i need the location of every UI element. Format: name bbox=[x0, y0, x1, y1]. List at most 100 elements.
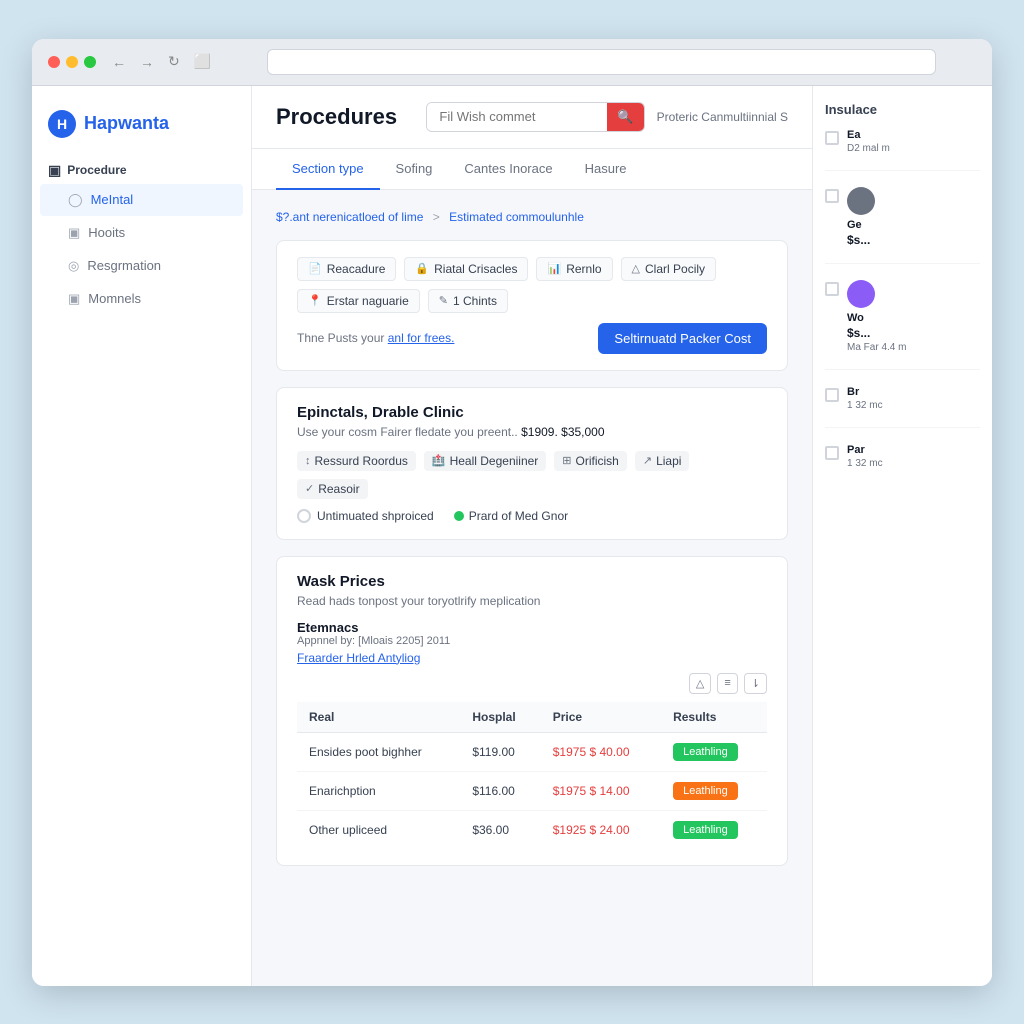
badge-green: Leathling bbox=[673, 743, 738, 761]
rp-checkbox-par[interactable] bbox=[825, 446, 839, 460]
table-header-row: Real Hosplal Price Results bbox=[297, 702, 767, 733]
breadcrumb-part2[interactable]: Estimated commoulunhle bbox=[449, 210, 584, 224]
clinic-title: Epinctals, Drable Clinic bbox=[297, 404, 767, 421]
breadcrumb-separator: > bbox=[433, 210, 440, 224]
right-panel: Insulace Ea D2 mal m Ge $s... bbox=[812, 86, 992, 986]
close-icon[interactable] bbox=[48, 56, 60, 68]
row1-price: $1975 $ 40.00 bbox=[541, 732, 661, 771]
rp-price-ge: $s... bbox=[847, 233, 980, 247]
table-action-filter[interactable]: ⇂ bbox=[744, 673, 767, 694]
reload-button[interactable]: ↻ bbox=[164, 51, 184, 72]
card-tag-ressurd[interactable]: ↕ Ressurd Roordus bbox=[297, 451, 416, 471]
tags-row: 📄 Reacadure 🔒 Riatal Crisacles 📊 Rernlo bbox=[297, 257, 767, 313]
rp-name-ea: Ea bbox=[847, 129, 980, 141]
rp-content-wo: Wo $s... Ma Far 4.4 m bbox=[847, 280, 980, 353]
forward-button[interactable]: → bbox=[136, 52, 158, 72]
breadcrumb-part1[interactable]: $?.ant nerenicatloed of lime bbox=[276, 210, 423, 224]
orificish-icon: ⊞ bbox=[562, 454, 571, 467]
card-tag-liapi[interactable]: ↗ Liapi bbox=[635, 451, 690, 471]
filter-tag-clarl[interactable]: △ Clarl Pocily bbox=[621, 257, 716, 281]
rp-name-br: Br bbox=[847, 386, 980, 398]
etemnacs-sub: Appnnel by: [Mloais 2205] 2011 bbox=[297, 635, 767, 647]
breadcrumb: $?.ant nerenicatloed of lime > Estimated… bbox=[276, 210, 788, 224]
sidebar-item-hooits[interactable]: ▣ Hooits bbox=[40, 217, 243, 249]
badge-orange: Leathling bbox=[673, 782, 738, 800]
table-action-eq[interactable]: ≡ bbox=[717, 673, 737, 694]
rp-checkbox-br[interactable] bbox=[825, 388, 839, 402]
badge-green-2: Leathling bbox=[673, 821, 738, 839]
filter-tag-erstar[interactable]: 📍 Erstar naguarie bbox=[297, 289, 420, 313]
rp-price-wo: $s... bbox=[847, 326, 980, 340]
card-tag-heall[interactable]: 🏥 Heall Degeniiner bbox=[424, 451, 546, 471]
main-content: Procedures 🔍 Proteric Canmultiinnial S S… bbox=[252, 86, 812, 986]
rp-content-ea: Ea D2 mal m bbox=[847, 129, 980, 154]
row2-result: Leathling bbox=[661, 771, 767, 810]
resgrmation-icon: ◎ bbox=[68, 258, 79, 274]
col-results: Results bbox=[661, 702, 767, 733]
clinic-subtitle: Use your cosm Fairer fledate you preent.… bbox=[297, 425, 767, 439]
reacadure-icon: 📄 bbox=[308, 262, 322, 275]
rp-name-par: Par bbox=[847, 444, 980, 456]
radio-circle bbox=[297, 509, 311, 523]
momnels-icon: ▣ bbox=[68, 291, 80, 307]
tab-cantes-inorace[interactable]: Cantes Inorace bbox=[448, 149, 568, 190]
clinic-tags: ↕ Ressurd Roordus 🏥 Heall Degeniiner ⊞ O… bbox=[297, 451, 767, 499]
tab-section-type[interactable]: Section type bbox=[276, 149, 380, 190]
search-button[interactable]: 🔍 bbox=[607, 103, 643, 131]
filter-tag-chints[interactable]: ✎ 1 Chints bbox=[428, 289, 508, 313]
filter-tag-rernlo[interactable]: 📊 Rernlo bbox=[536, 257, 612, 281]
location-prard: Prard of Med Gnor bbox=[454, 509, 568, 523]
rp-avatar-ge bbox=[847, 187, 875, 215]
riatal-icon: 🔒 bbox=[415, 262, 429, 275]
search-input[interactable] bbox=[427, 103, 607, 130]
tab-sofing[interactable]: Sofing bbox=[380, 149, 449, 190]
clarl-icon: △ bbox=[632, 262, 640, 275]
row3-hosplal: $36.00 bbox=[460, 810, 540, 849]
estimated-cost-button[interactable]: Seltirnuatd Packer Cost bbox=[598, 323, 767, 354]
logo-icon: H bbox=[48, 110, 76, 138]
card-options-row: Untimuated shproiced Prard of Med Gnor bbox=[297, 509, 767, 523]
heall-icon: 🏥 bbox=[432, 454, 446, 467]
back-button[interactable]: ← bbox=[108, 52, 130, 72]
rp-item-par: Par 1 32 mc bbox=[825, 444, 980, 485]
prices-table: Real Hosplal Price Results Ensides poot … bbox=[297, 702, 767, 849]
rp-checkbox-ge[interactable] bbox=[825, 189, 839, 203]
row3-real: Other upliceed bbox=[297, 810, 460, 849]
rp-name-wo: Wo bbox=[847, 312, 980, 324]
card-tag-orificish[interactable]: ⊞ Orificish bbox=[554, 451, 627, 471]
browser-titlebar: ← → ↻ ⬜ bbox=[32, 39, 992, 86]
sidebar-item-meIntal[interactable]: ◯ MeIntal bbox=[40, 184, 243, 216]
rp-name-ge: Ge bbox=[847, 219, 980, 231]
user-info: Proteric Canmultiinnial S bbox=[657, 110, 788, 124]
col-hosplal: Hosplal bbox=[460, 702, 540, 733]
browser-content: H Hapwanta ▣ Procedure ◯ MeIntal ▣ Hooit… bbox=[32, 86, 992, 986]
header-right: 🔍 Proteric Canmultiinnial S bbox=[426, 102, 788, 132]
table-row: Other upliceed $36.00 $1925 $ 24.00 Leat… bbox=[297, 810, 767, 849]
rp-item-ea: Ea D2 mal m bbox=[825, 129, 980, 171]
rp-label-par: 1 32 mc bbox=[847, 458, 980, 469]
browser-window: ← → ↻ ⬜ H Hapwanta ▣ Procedure ◯ MeIntal… bbox=[32, 39, 992, 986]
rp-rating-wo: Ma Far 4.4 m bbox=[847, 342, 980, 353]
reasoir-icon: ✓ bbox=[305, 482, 314, 495]
minimize-icon[interactable] bbox=[66, 56, 78, 68]
rp-label-br: 1 32 mc bbox=[847, 400, 980, 411]
etemnacs-link[interactable]: Fraarder Hrled Antyliog bbox=[297, 651, 420, 665]
search-bar: 🔍 bbox=[426, 102, 644, 132]
page-title: Procedures bbox=[276, 104, 397, 130]
address-bar[interactable] bbox=[267, 49, 936, 75]
rp-checkbox-wo[interactable] bbox=[825, 282, 839, 296]
logo-text: Hapwanta bbox=[84, 113, 169, 134]
filter-hint-link[interactable]: anl for frees. bbox=[388, 331, 455, 345]
sidebar-item-momnels[interactable]: ▣ Momnels bbox=[40, 283, 243, 315]
filter-tag-riatal[interactable]: 🔒 Riatal Crisacles bbox=[404, 257, 528, 281]
row1-result: Leathling bbox=[661, 732, 767, 771]
home-button[interactable]: ⬜ bbox=[190, 51, 215, 72]
maximize-icon[interactable] bbox=[84, 56, 96, 68]
filter-tag-reacadure[interactable]: 📄 Reacadure bbox=[297, 257, 396, 281]
sidebar-item-resgrmation[interactable]: ◎ Resgrmation bbox=[40, 250, 243, 282]
radio-untimuated[interactable]: Untimuated shproiced bbox=[297, 509, 434, 523]
card-tag-reasoir[interactable]: ✓ Reasoir bbox=[297, 479, 368, 499]
rp-checkbox-ea[interactable] bbox=[825, 131, 839, 145]
table-action-up[interactable]: △ bbox=[689, 673, 711, 694]
tab-hasure[interactable]: Hasure bbox=[569, 149, 643, 190]
